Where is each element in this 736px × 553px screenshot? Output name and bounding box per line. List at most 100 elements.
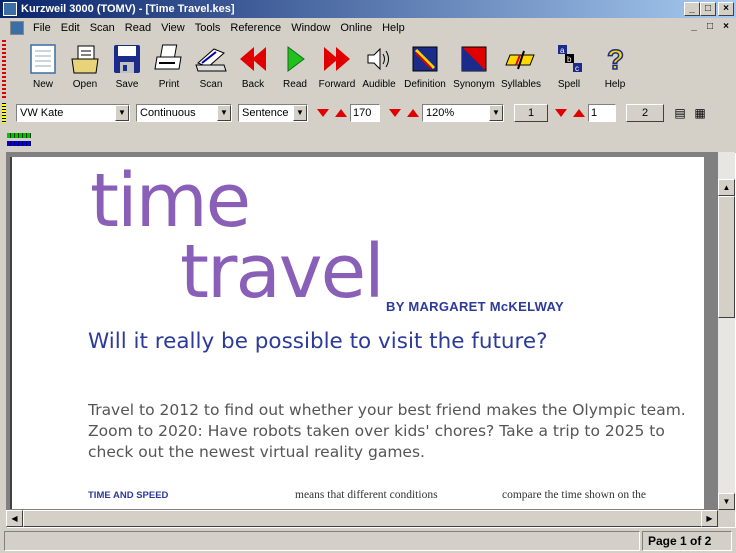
spell-icon: abc (558, 45, 582, 73)
menu-bar: File Edit Scan Read View Tools Reference… (0, 18, 736, 37)
voice-select[interactable]: VW Kate ▼ (16, 104, 130, 122)
status-bar: Page 1 of 2 (0, 529, 736, 553)
new-button[interactable]: New (22, 38, 64, 90)
scan-button[interactable]: Scan (190, 38, 232, 90)
new-document-icon (30, 44, 56, 74)
page-two-button[interactable]: 2 (626, 104, 664, 122)
article-title-line1: time (90, 158, 251, 244)
menu-tools[interactable]: Tools (190, 22, 226, 34)
floppy-disk-icon (114, 45, 140, 73)
print-button[interactable]: Print (148, 38, 190, 90)
vertical-scrollbar[interactable]: ▲ ▼ (718, 152, 735, 510)
reading-unit-value: Sentence (242, 107, 289, 119)
scroll-right-button[interactable]: ▶ (701, 510, 718, 527)
page-next-button[interactable] (570, 104, 588, 122)
page-previous-button[interactable] (552, 104, 570, 122)
rewind-icon (240, 47, 266, 71)
close-button[interactable]: × (718, 2, 734, 16)
article-subhead: Will it really be possible to visit the … (88, 329, 548, 354)
maximize-button[interactable]: □ (700, 2, 716, 16)
spell-button[interactable]: abc Spell (544, 38, 594, 90)
read-label: Read (283, 79, 307, 90)
syllables-label: Syllables (500, 79, 542, 90)
definition-button[interactable]: Definition (400, 38, 450, 90)
two-page-icon: ▦ (694, 106, 706, 120)
save-button[interactable]: Save (106, 38, 148, 90)
green-toolbar-strip[interactable] (7, 133, 31, 138)
svg-text:c: c (575, 64, 579, 73)
save-label: Save (115, 79, 139, 90)
definition-label: Definition (404, 79, 446, 90)
menu-edit[interactable]: Edit (56, 22, 85, 34)
open-folder-icon (71, 45, 99, 74)
arrow-up-icon (407, 109, 419, 117)
zoom-select[interactable]: 120% ▼ (422, 104, 504, 122)
doc-close-button[interactable]: × (718, 21, 734, 35)
column3-text: compare the time shown on the (502, 489, 647, 501)
help-label: Help (604, 79, 626, 90)
back-button[interactable]: Back (232, 38, 274, 90)
vertical-scroll-thumb[interactable] (718, 196, 735, 318)
scroll-down-button[interactable]: ▼ (718, 493, 735, 510)
speed-field[interactable]: 170 (350, 104, 380, 122)
document-page[interactable]: time travel BY MARGARET McKELWAY Will it… (12, 157, 704, 509)
reading-mode-select[interactable]: Continuous ▼ (136, 104, 232, 122)
speed-decrease-button[interactable] (314, 104, 332, 122)
document-icon[interactable] (10, 20, 24, 35)
minimize-button[interactable]: _ (684, 2, 700, 16)
menu-file[interactable]: File (28, 22, 56, 34)
menu-help[interactable]: Help (377, 22, 410, 34)
open-button[interactable]: Open (64, 38, 106, 90)
toolbar-grip[interactable] (2, 40, 6, 98)
speed-increase-button[interactable] (332, 104, 350, 122)
scroll-left-button[interactable]: ◀ (6, 510, 23, 527)
print-label: Print (158, 79, 180, 90)
doc-restore-button[interactable]: □ (702, 21, 718, 35)
page-one-button[interactable]: 1 (514, 104, 548, 122)
main-toolbar: New Open Save Print Scan Back Read Forwa… (0, 38, 736, 100)
fast-forward-icon (324, 47, 350, 71)
scanner-icon (195, 48, 227, 72)
horizontal-scrollbar[interactable]: ◀ ▶ (6, 510, 718, 527)
read-button[interactable]: Read (274, 38, 316, 90)
window-title: Kurzweil 3000 (TOMV) - [Time Travel.kes] (21, 3, 235, 15)
zoom-dropdown-arrow[interactable]: ▼ (489, 105, 503, 121)
audible-button[interactable]: Audible (358, 38, 400, 90)
horizontal-scroll-thumb[interactable] (23, 510, 703, 527)
menu-view[interactable]: View (156, 22, 190, 34)
svg-text:b: b (567, 55, 572, 64)
zoom-decrease-button[interactable] (386, 104, 404, 122)
synonym-label: Synonym (453, 79, 495, 90)
voice-value: VW Kate (20, 107, 64, 119)
menu-window[interactable]: Window (286, 22, 335, 34)
menu-reference[interactable]: Reference (225, 22, 286, 34)
doc-minimize-button[interactable]: _ (686, 21, 702, 35)
voice-dropdown-arrow[interactable]: ▼ (115, 105, 129, 121)
app-icon[interactable] (3, 2, 17, 16)
syllables-icon (505, 50, 535, 70)
zoom-value: 120% (426, 107, 455, 119)
scan-label: Scan (199, 79, 223, 90)
reading-options-toolbar: VW Kate ▼ Continuous ▼ Sentence ▼ 170 12… (0, 101, 736, 125)
single-page-view-button[interactable]: ▤ (672, 105, 688, 121)
printer-icon (154, 44, 182, 70)
menu-scan[interactable]: Scan (85, 22, 120, 34)
menu-read[interactable]: Read (120, 22, 156, 34)
two-page-view-button[interactable]: ▦ (692, 105, 708, 121)
scroll-up-button[interactable]: ▲ (718, 179, 735, 196)
menu-online[interactable]: Online (335, 22, 377, 34)
help-button[interactable]: ? Help (594, 38, 636, 90)
zoom-increase-button[interactable] (404, 104, 422, 122)
forward-button[interactable]: Forward (316, 38, 358, 90)
reading-unit-dropdown-arrow[interactable]: ▼ (293, 105, 307, 121)
audible-label: Audible (362, 79, 396, 90)
synonym-button[interactable]: Synonym (450, 38, 498, 90)
options-grip[interactable] (2, 103, 6, 123)
syllables-button[interactable]: Syllables (498, 38, 544, 90)
svg-text:a: a (560, 46, 565, 55)
reading-unit-select[interactable]: Sentence ▼ (238, 104, 308, 122)
blue-toolbar-strip[interactable] (7, 141, 31, 146)
play-icon (287, 46, 305, 72)
page-number-field[interactable]: 1 (588, 104, 616, 122)
reading-mode-dropdown-arrow[interactable]: ▼ (217, 105, 231, 121)
